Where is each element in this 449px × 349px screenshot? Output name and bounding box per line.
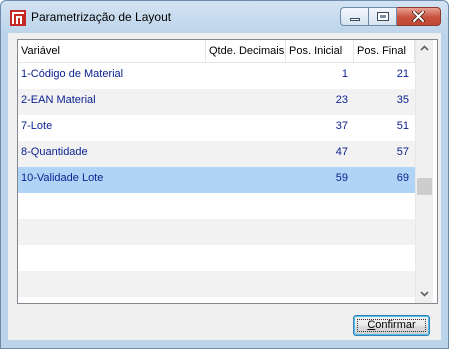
column-header-variavel[interactable]: Variável — [18, 40, 206, 62]
table-row[interactable]: 2-EAN Material 23 35 — [18, 89, 415, 115]
cell-pos-final: 21 — [396, 68, 409, 80]
cell-pos-inicial: 59 — [335, 172, 348, 184]
table-row-selected[interactable]: 10-Validade Lote 59 69 — [18, 167, 415, 193]
minimize-icon — [350, 18, 360, 21]
cell-pos-final: 51 — [396, 120, 409, 132]
layout-list[interactable]: Variável Qtde. Decimais Pos. Inicial Pos… — [17, 39, 438, 304]
table-row[interactable]: 8-Quantidade 47 57 — [18, 141, 415, 167]
empty-row — [18, 193, 415, 219]
confirm-button[interactable]: Confirmar — [353, 315, 430, 336]
column-header-pos-final[interactable]: Pos. Final — [354, 40, 415, 62]
close-icon — [412, 11, 425, 22]
cell-variavel: 2-EAN Material — [21, 94, 96, 106]
column-header-qtde-decimais[interactable]: Qtde. Decimais — [206, 40, 286, 62]
dialog-window: Parametrização de Layout Variável Qtde. … — [0, 0, 449, 349]
vertical-scrollbar[interactable] — [415, 40, 433, 303]
cell-pos-inicial: 23 — [335, 94, 348, 106]
cell-decimais — [206, 63, 286, 89]
title-bar[interactable]: Parametrização de Layout — [1, 1, 448, 34]
cell-pos-inicial: 1 — [341, 68, 348, 80]
cell-variavel: 1-Código de Material — [21, 68, 124, 80]
empty-row — [18, 219, 415, 245]
cell-pos-inicial: 37 — [335, 120, 348, 132]
scroll-down-button[interactable] — [416, 286, 433, 303]
focus-rectangle — [357, 319, 426, 332]
chevron-down-icon — [420, 291, 429, 297]
dialog-body: Variável Qtde. Decimais Pos. Inicial Pos… — [8, 33, 441, 340]
window-title: Parametrização de Layout — [31, 10, 172, 24]
cell-variavel: 10-Validade Lote — [21, 172, 104, 184]
table-row[interactable]: 1-Código de Material 1 21 — [18, 63, 415, 89]
list-rows: 1-Código de Material 1 21 2-EAN Material… — [18, 63, 415, 297]
cell-pos-final: 57 — [396, 146, 409, 158]
app-logo-icon — [10, 10, 26, 26]
maximize-icon — [377, 12, 389, 21]
minimize-button[interactable] — [340, 7, 369, 26]
cell-decimais — [206, 141, 286, 167]
cell-decimais — [206, 89, 286, 115]
scroll-up-button[interactable] — [416, 40, 433, 57]
close-button[interactable] — [397, 7, 441, 26]
scrollbar-thumb[interactable] — [417, 178, 432, 195]
cell-variavel: 7-Lote — [21, 120, 53, 132]
cell-decimais — [206, 167, 286, 193]
list-header: Variável Qtde. Decimais Pos. Inicial Pos… — [18, 40, 415, 63]
column-header-pos-inicial[interactable]: Pos. Inicial — [286, 40, 354, 62]
cell-pos-final: 35 — [396, 94, 409, 106]
cell-variavel: 8-Quantidade — [21, 146, 88, 158]
cell-pos-final: 69 — [396, 172, 409, 184]
empty-row — [18, 271, 415, 297]
cell-decimais — [206, 115, 286, 141]
maximize-button[interactable] — [369, 7, 397, 26]
table-row[interactable]: 7-Lote 37 51 — [18, 115, 415, 141]
chevron-up-icon — [420, 45, 429, 51]
empty-row — [18, 245, 415, 271]
cell-pos-inicial: 47 — [335, 146, 348, 158]
